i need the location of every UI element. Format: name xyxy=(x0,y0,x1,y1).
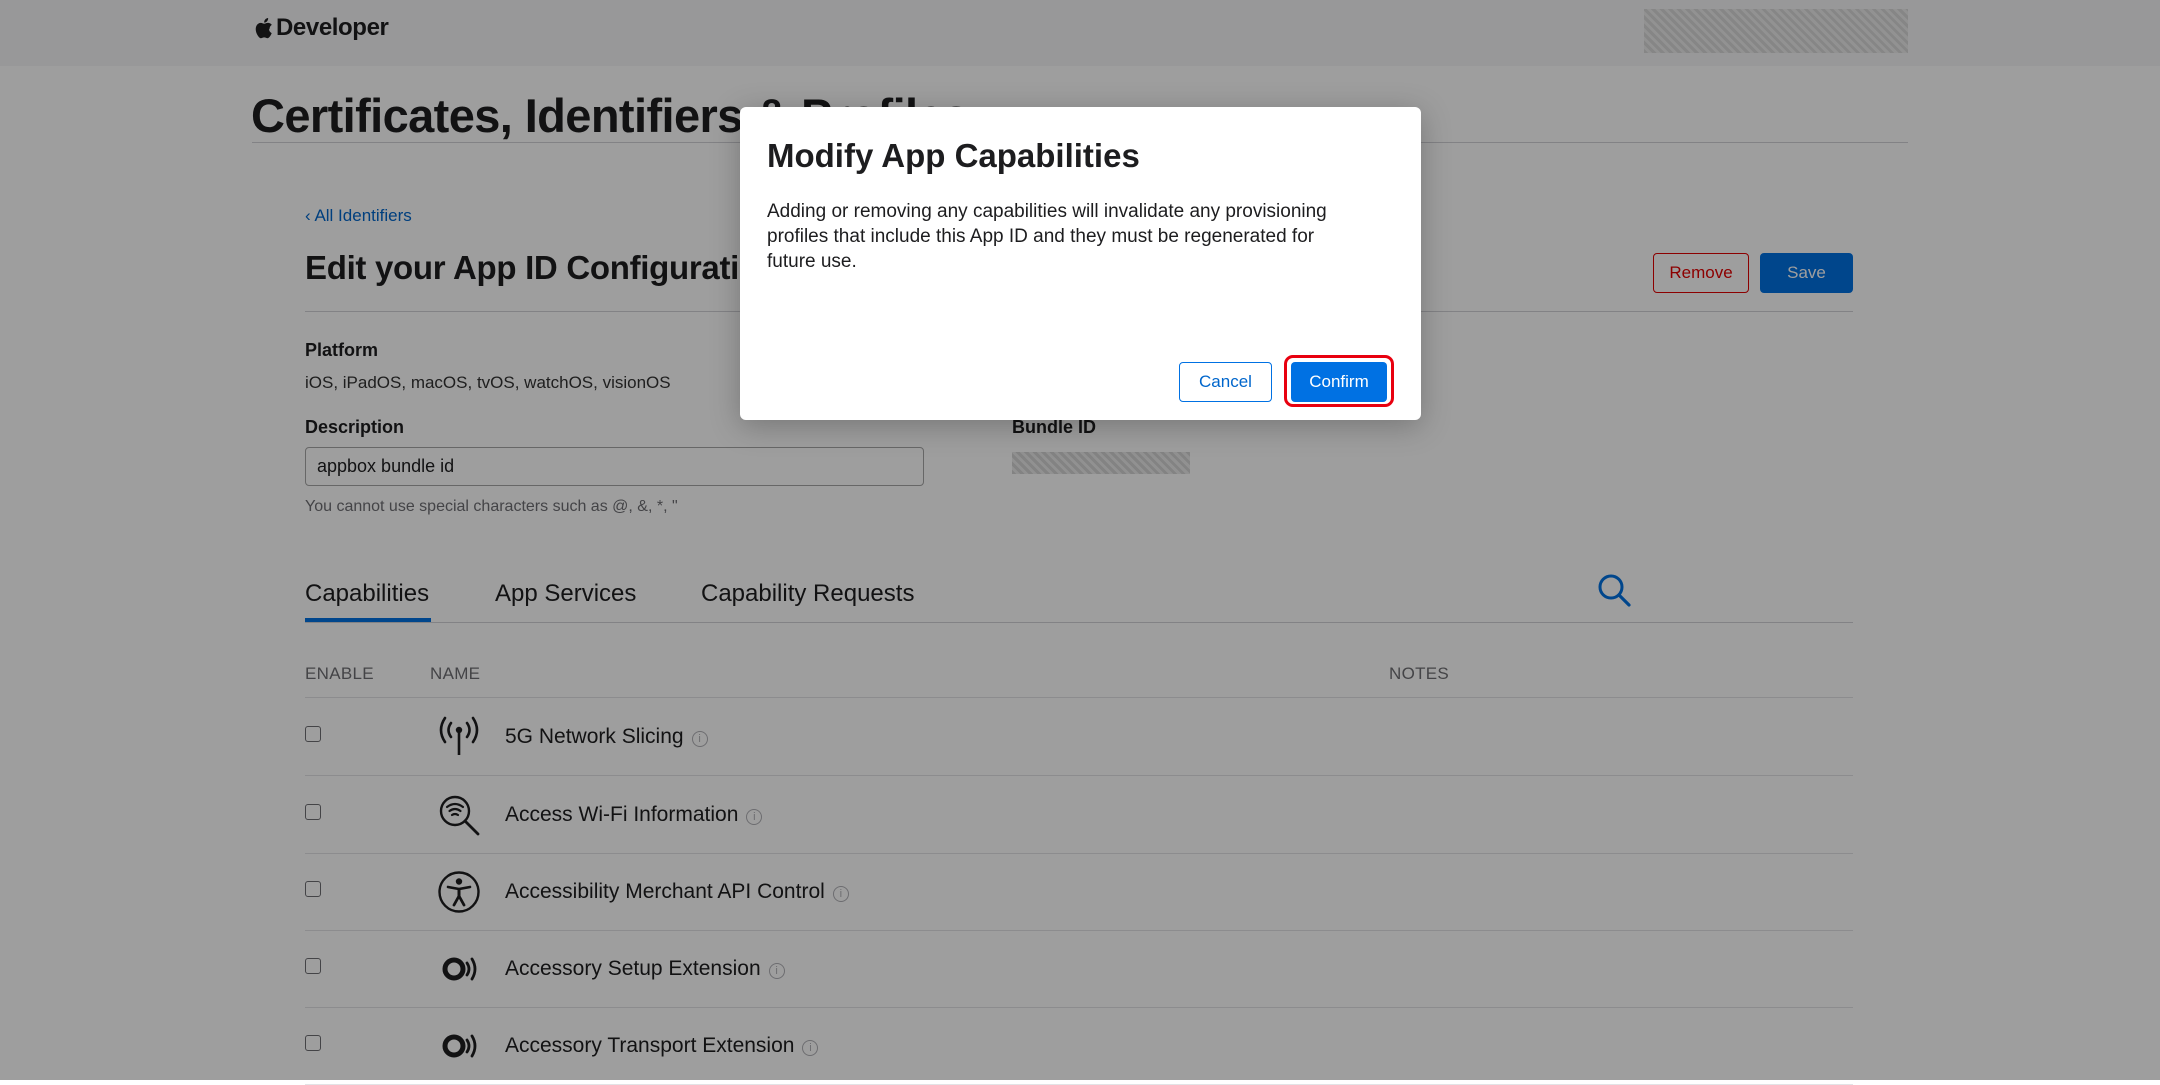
dialog-message: Adding or removing any capabilities will… xyxy=(767,201,1327,272)
modify-capabilities-dialog: Modify App Capabilities Adding or removi… xyxy=(740,107,1421,420)
confirm-button[interactable]: Confirm xyxy=(1291,362,1387,402)
dialog-title: Modify App Capabilities xyxy=(767,137,1140,174)
cancel-button[interactable]: Cancel xyxy=(1179,362,1272,402)
